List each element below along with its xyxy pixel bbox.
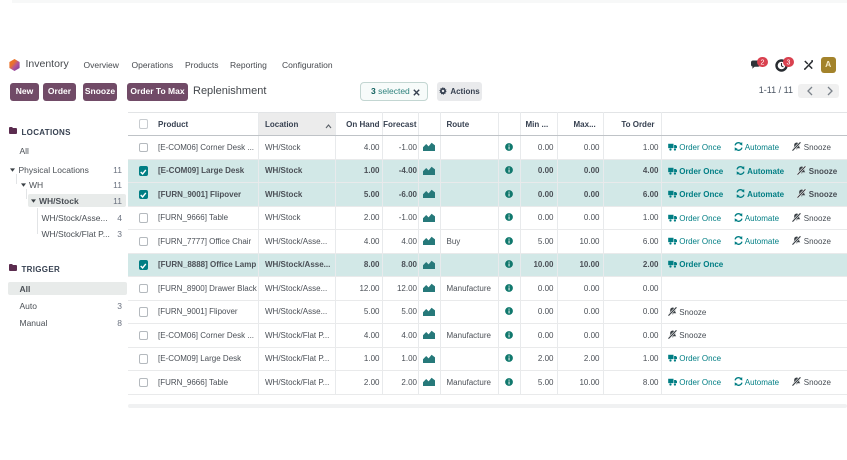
- svg-text:3: 3: [787, 59, 791, 66]
- svg-text:2: 2: [761, 59, 765, 66]
